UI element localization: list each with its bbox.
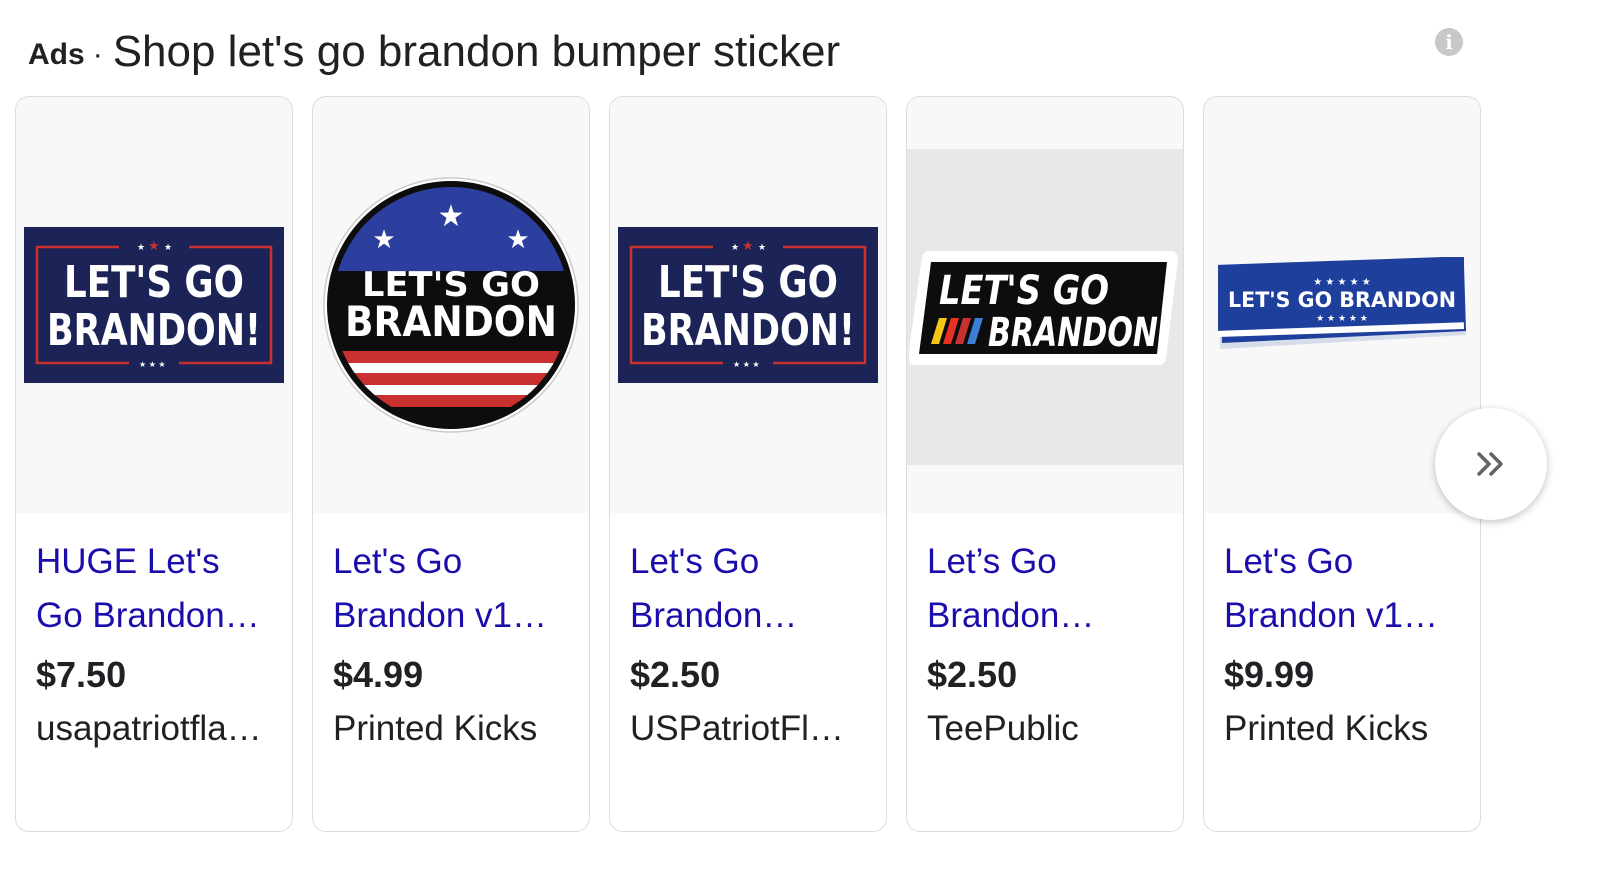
svg-text:★: ★ (506, 225, 529, 255)
svg-text:★ ★ ★: ★ ★ ★ (733, 360, 760, 369)
product-image[interactable]: ★ ★ ★ ★ ★ ★ LET'S GO BRANDON! (16, 97, 292, 513)
product-image[interactable]: ★ ★ ★ LET'S GO BRANDON (313, 97, 589, 513)
product-card[interactable]: LET'S GO BRANDON Let’s Go Brandon… $2.50… (906, 96, 1184, 832)
lets-go-brandon-racing-sticker-image: LET'S GO BRANDON (909, 251, 1178, 365)
product-carousel: ★ ★ ★ ★ ★ ★ LET'S GO BRANDON! HUGE Let's… (15, 96, 1481, 832)
svg-text:★: ★ (758, 243, 766, 253)
sticker-line1: LET'S GO (939, 268, 1109, 314)
svg-text:★: ★ (164, 243, 172, 253)
product-image[interactable]: LET'S GO BRANDON (907, 97, 1183, 513)
double-chevron-right-icon (1477, 452, 1503, 476)
product-merchant: USPatriotFl… (630, 709, 844, 748)
product-title-line2[interactable]: Go Brandon… (36, 589, 272, 643)
product-title-line1[interactable]: HUGE Let's (36, 535, 272, 589)
lets-go-brandon-flag-sticker-image: ★ ★ ★ ★ ★ ★ LET'S GO BRANDON! (618, 227, 878, 383)
sticker-line2: BRANDON! (47, 305, 261, 356)
product-title-link[interactable]: Let's Go Brandon v1… (333, 535, 569, 643)
carousel-next-button[interactable] (1435, 408, 1547, 520)
product-merchant: Printed Kicks (1224, 709, 1429, 748)
product-merchant: usapatriotfla… (36, 709, 262, 748)
svg-text:★: ★ (438, 199, 465, 234)
lets-go-brandon-circle-sticker-image: ★ ★ ★ LET'S GO BRANDON (323, 177, 579, 433)
product-title-line1[interactable]: Let's Go (630, 535, 866, 589)
product-price: $7.50 (36, 654, 127, 695)
svg-text:★ ★ ★ ★ ★: ★ ★ ★ ★ ★ (1313, 277, 1371, 288)
svg-text:★: ★ (148, 239, 160, 254)
product-title-link[interactable]: Let’s Go Brandon… (927, 535, 1163, 643)
lets-go-brandon-bumper-sticker-image: ★ ★ ★ ★ ★ LET'S GO BRANDON ★ ★ ★ ★ ★ (1218, 257, 1466, 349)
svg-text:★ ★ ★: ★ ★ ★ (139, 360, 166, 369)
product-price: $4.99 (333, 654, 424, 695)
product-merchant: TeePublic (927, 709, 1079, 748)
sticker-line2: BRANDON (345, 297, 557, 346)
header-title: Shop let's go brandon bumper sticker (112, 27, 841, 76)
sticker-line1: LET'S GO (658, 257, 838, 308)
svg-text:★: ★ (137, 243, 145, 253)
product-title-line1[interactable]: Let's Go (1224, 535, 1460, 589)
product-title-link[interactable]: Let's Go Brandon v1… (1224, 535, 1460, 643)
product-title-line2[interactable]: Brandon… (927, 589, 1163, 643)
sticker-line2: BRANDON (988, 310, 1158, 356)
svg-text:★: ★ (731, 243, 739, 253)
info-icon[interactable]: i (1435, 28, 1463, 56)
product-title-link[interactable]: HUGE Let's Go Brandon… (36, 535, 272, 643)
product-card[interactable]: ★ ★ ★ LET'S GO BRANDON Let's Go Brandon … (312, 96, 590, 832)
svg-text:★: ★ (372, 225, 395, 255)
product-image[interactable]: ★ ★ ★ ★ ★ ★ LET'S GO BRANDON! (610, 97, 886, 513)
product-title-link[interactable]: Let's Go Brandon… (630, 535, 866, 643)
sticker-line1: LET'S GO BRANDON (1228, 288, 1456, 312)
product-price: $2.50 (630, 654, 721, 695)
product-title-line2[interactable]: Brandon… (630, 589, 866, 643)
header-separator: · (92, 38, 103, 71)
product-title-line1[interactable]: Let's Go (333, 535, 569, 589)
product-card[interactable]: ★ ★ ★ ★ ★ ★ LET'S GO BRANDON! Let's Go B… (609, 96, 887, 832)
product-title-line1[interactable]: Let’s Go (927, 535, 1163, 589)
product-title-line2[interactable]: Brandon v1… (1224, 589, 1460, 643)
lets-go-brandon-flag-sticker-image: ★ ★ ★ ★ ★ ★ LET'S GO BRANDON! (24, 227, 284, 383)
ads-label: Ads (28, 38, 85, 71)
product-price: $2.50 (927, 654, 1018, 695)
ads-header: Ads · Shop let's go brandon bumper stick… (28, 22, 840, 82)
product-price: $9.99 (1224, 654, 1315, 695)
product-card[interactable]: ★ ★ ★ ★ ★ ★ LET'S GO BRANDON! HUGE Let's… (15, 96, 293, 832)
sticker-line2: BRANDON! (641, 305, 855, 356)
product-merchant: Printed Kicks (333, 709, 538, 748)
svg-text:★: ★ (742, 239, 754, 254)
svg-text:★ ★ ★ ★ ★: ★ ★ ★ ★ ★ (1316, 314, 1368, 324)
product-title-line2[interactable]: Brandon v1… (333, 589, 569, 643)
sticker-line1: LET'S GO (64, 257, 244, 308)
